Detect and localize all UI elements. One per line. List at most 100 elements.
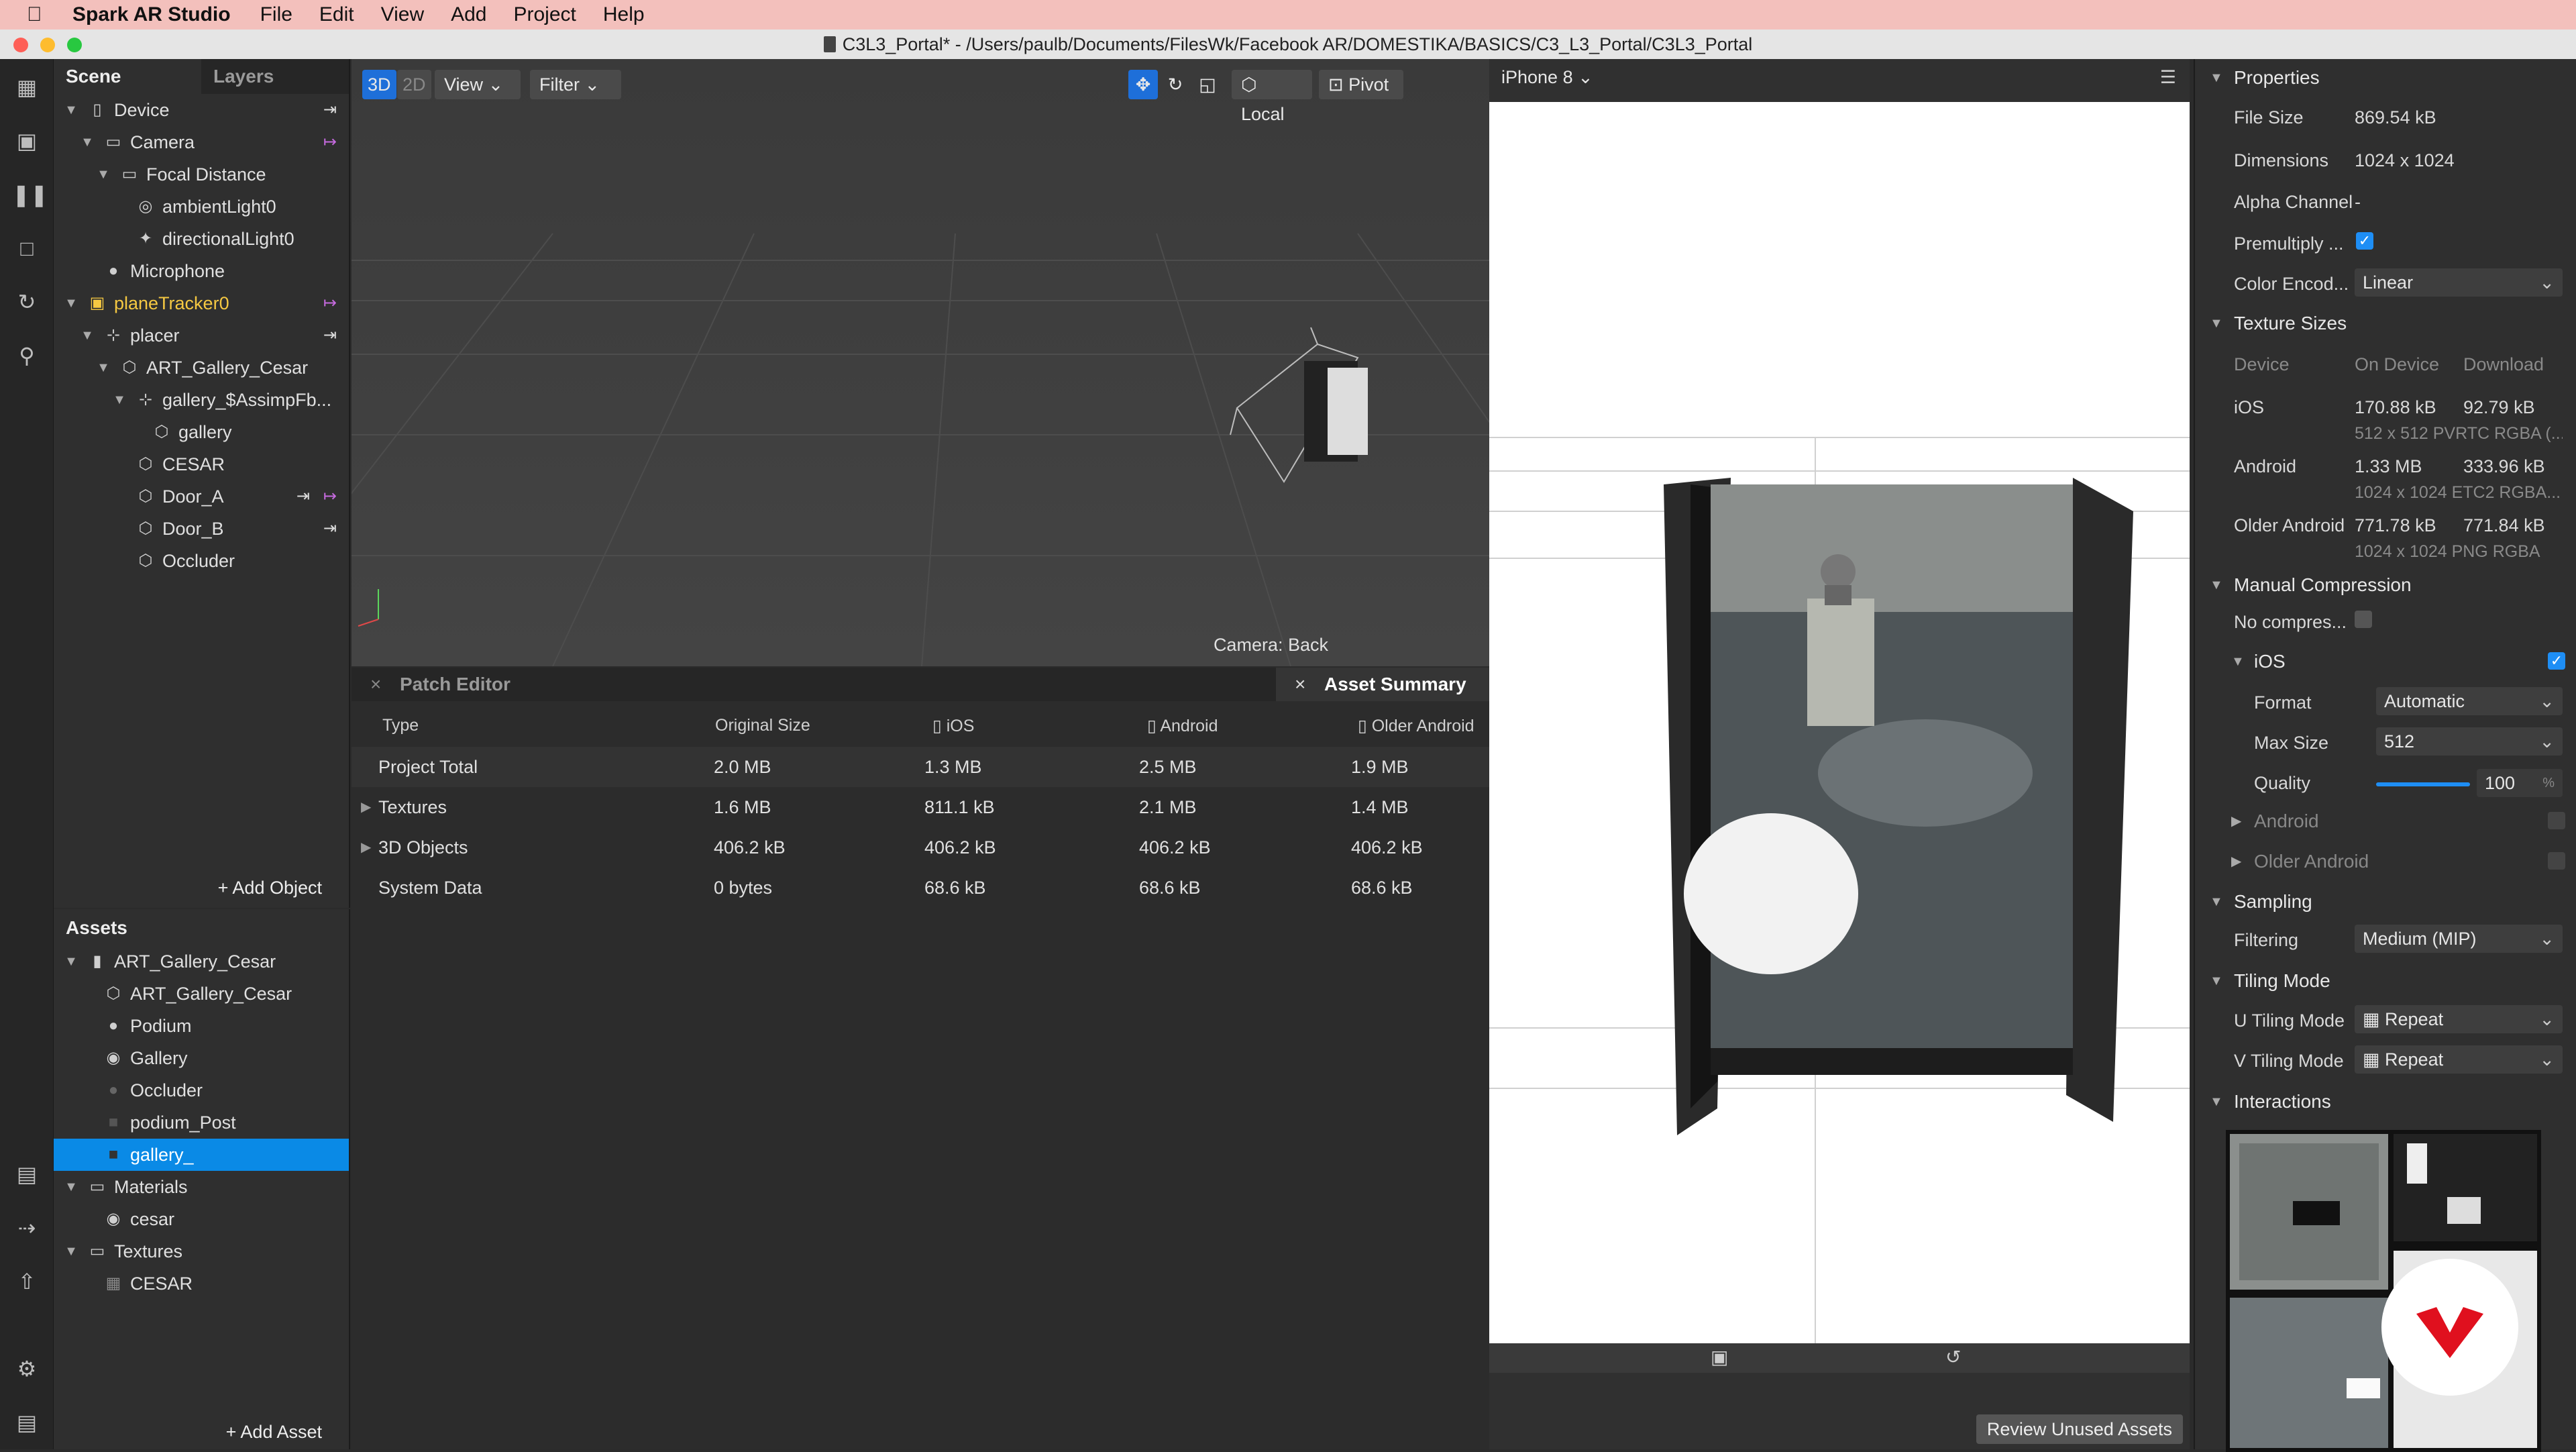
pin-icon[interactable]: ⇥ [323, 94, 337, 126]
scene-item-gallery-assimp[interactable]: ▼ ⊹ gallery_$AssimpFb... [54, 384, 349, 416]
section-tiling-mode[interactable]: ▼ Tiling Mode [2195, 962, 2576, 1000]
asset-item-gallery-material[interactable]: ◉ Gallery [54, 1042, 349, 1074]
android-checkbox[interactable] [2548, 812, 2565, 829]
pin-icon[interactable]: ⇥ [323, 319, 337, 352]
rotate-device-icon[interactable]: ↺ [1945, 1346, 1961, 1368]
asset-item-podium[interactable]: ● Podium [54, 1010, 349, 1042]
scene-item-device[interactable]: ▼ ▯ Device ⇥ [54, 94, 349, 126]
pin-icon[interactable]: ↦ [323, 480, 337, 513]
review-unused-assets-button[interactable]: Review Unused Assets [1976, 1414, 2183, 1444]
view-dropdown[interactable]: View ⌄ [435, 70, 521, 99]
scene-item-placer[interactable]: ▼ ⊹ placer ⇥ [54, 319, 349, 352]
minimize-window-button[interactable] [40, 38, 55, 52]
device-selector[interactable]: iPhone 8 ⌄ [1501, 67, 1593, 88]
tab-patch-editor[interactable]: Patch Editor [400, 668, 511, 701]
scene-item-ambientlight0[interactable]: ◎ ambientLight0 [54, 191, 349, 223]
table-row[interactable]: ▶ 3D Objects 406.2 kB 406.2 kB 406.2 kB 406.2… [352, 827, 1489, 868]
quality-input[interactable]: 100% [2477, 769, 2563, 797]
section-older-android[interactable]: ▶ Older Android [2195, 843, 2576, 880]
menu-file[interactable]: File [260, 3, 292, 26]
asset-item-podium-post[interactable]: ■ podium_Post [54, 1106, 349, 1139]
premultiply-checkbox[interactable]: ✓ [2356, 232, 2373, 250]
upload-icon[interactable]: ⇧ [12, 1267, 42, 1296]
older-android-checkbox[interactable] [2548, 852, 2565, 870]
table-row[interactable]: Project Total 2.0 MB 1.3 MB 2.5 MB 1.9 MB [352, 747, 1489, 787]
no-compression-checkbox[interactable] [2355, 611, 2372, 628]
scene-item-camera[interactable]: ▼ ▭ Camera ↦ [54, 126, 349, 158]
table-row[interactable]: System Data 0 bytes 68.6 kB 68.6 kB 68.6 kB [352, 868, 1489, 908]
scene-item-door-b[interactable]: ⬡ Door_B ⇥ [54, 513, 349, 545]
asset-item-gallery-texture[interactable]: ■ gallery_ [54, 1139, 349, 1171]
menu-help[interactable]: Help [603, 3, 645, 26]
tab-asset-summary[interactable]: Asset Summary [1324, 668, 1466, 701]
section-ios[interactable]: ▼ iOS [2195, 643, 2576, 680]
v-tiling-dropdown[interactable]: ▦ Repeat ⌄ [2355, 1045, 2563, 1074]
search-icon[interactable]: ⚲ [12, 341, 42, 370]
asset-item-occluder[interactable]: ● Occluder [54, 1074, 349, 1106]
mode-3d-button[interactable]: 3D [362, 70, 396, 99]
rotate-tool-icon[interactable]: ↻ [1161, 70, 1190, 99]
color-encoding-dropdown[interactable]: Linear ⌄ [2355, 268, 2563, 297]
mode-2d-button[interactable]: 2D [397, 70, 431, 99]
add-object-button[interactable]: + Add Object [218, 878, 322, 898]
menu-edit[interactable]: Edit [319, 3, 354, 26]
pivot-toggle[interactable]: ⊡ Pivot [1319, 70, 1403, 99]
asset-item-cesar-material[interactable]: ◉ cesar [54, 1203, 349, 1235]
filtering-dropdown[interactable]: Medium (MIP) ⌄ [2355, 925, 2563, 953]
pin-icon[interactable]: ⇥ [323, 513, 337, 545]
expand-icon[interactable]: ▶ [361, 787, 371, 827]
menu-icon[interactable]: ☰ [2160, 67, 2176, 88]
asset-item-art-gallery-cesar-file[interactable]: ▼ ▮ ART_Gallery_Cesar [54, 945, 349, 978]
pause-icon[interactable]: ❚❚ [12, 180, 48, 209]
scene-viewport[interactable]: 3D 2D View ⌄ Filter ⌄ ✥ ↻ ◱ ⬡ Local ⊡ Pi… [352, 59, 1489, 666]
screenshot-icon[interactable]: ▣ [1711, 1346, 1728, 1368]
ios-checkbox[interactable]: ✓ [2548, 652, 2565, 670]
layout-icon[interactable]: ▦ [12, 72, 42, 102]
bug-icon[interactable]: ⚙ [12, 1354, 42, 1384]
add-asset-button[interactable]: + Add Asset [226, 1422, 322, 1443]
scene-item-planetracker0[interactable]: ▼ ▣ planeTracker0 ↦ [54, 287, 349, 319]
table-row[interactable]: ▶ Textures 1.6 MB 811.1 kB 2.1 MB 1.4 MB [352, 787, 1489, 827]
pin-icon[interactable]: ↦ [323, 287, 337, 319]
section-manual-compression[interactable]: ▼ Manual Compression [2195, 566, 2576, 604]
scene-item-art-gallery-cesar[interactable]: ▼ ⬡ ART_Gallery_Cesar [54, 352, 349, 384]
local-toggle[interactable]: ⬡ Local [1232, 70, 1312, 124]
move-tool-icon[interactable]: ✥ [1128, 70, 1158, 99]
max-size-dropdown[interactable]: 512 ⌄ [2376, 727, 2563, 756]
scene-item-gallery[interactable]: ⬡ gallery [54, 416, 349, 448]
close-icon[interactable]: × [1295, 668, 1305, 701]
pin-icon[interactable]: ⇥ [297, 480, 310, 513]
apple-icon[interactable]:  [27, 3, 54, 26]
asset-item-cesar-texture[interactable]: ▦ CESAR [54, 1267, 349, 1300]
expand-icon[interactable]: ▶ [361, 827, 371, 868]
section-texture-sizes[interactable]: ▼ Texture Sizes [2195, 305, 2576, 342]
menu-view[interactable]: View [381, 3, 424, 26]
pin-icon[interactable]: ↦ [323, 126, 337, 158]
console-icon[interactable]: ▤ [12, 1408, 42, 1437]
format-dropdown[interactable]: Automatic ⌄ [2376, 687, 2563, 715]
menu-project[interactable]: Project [514, 3, 576, 26]
quality-slider[interactable] [2376, 782, 2470, 786]
u-tiling-dropdown[interactable]: ▦ Repeat ⌄ [2355, 1005, 2563, 1033]
add-file-icon[interactable]: ▤ [12, 1159, 42, 1189]
video-icon[interactable]: ▣ [12, 126, 42, 156]
close-icon[interactable]: × [370, 668, 381, 701]
asset-folder-textures[interactable]: ▼ ▭ Textures [54, 1235, 349, 1267]
scene-item-focal-distance[interactable]: ▼ ▭ Focal Distance [54, 158, 349, 191]
scene-item-directionallight0[interactable]: ✦ directionalLight0 [54, 223, 349, 255]
section-sampling[interactable]: ▼ Sampling [2195, 883, 2576, 921]
refresh-icon[interactable]: ↻ [12, 287, 42, 317]
scene-item-door-a[interactable]: ⬡ Door_A ⇥ ↦ [54, 480, 349, 513]
scale-tool-icon[interactable]: ◱ [1193, 70, 1222, 99]
menu-add[interactable]: Add [451, 3, 486, 26]
asset-item-art-gallery-cesar[interactable]: ⬡ ART_Gallery_Cesar [54, 978, 349, 1010]
send-to-device-icon[interactable]: ⇢ [12, 1213, 42, 1243]
section-android[interactable]: ▶ Android [2195, 802, 2576, 840]
asset-folder-materials[interactable]: ▼ ▭ Materials [54, 1171, 349, 1203]
scene-item-occluder[interactable]: ⬡ Occluder [54, 545, 349, 577]
filter-dropdown[interactable]: Filter ⌄ [530, 70, 621, 99]
scene-item-microphone[interactable]: ● Microphone [54, 255, 349, 287]
preview-canvas[interactable] [1489, 102, 2190, 1343]
tab-scene[interactable]: Scene [54, 59, 201, 94]
scene-item-cesar[interactable]: ⬡ CESAR [54, 448, 349, 480]
